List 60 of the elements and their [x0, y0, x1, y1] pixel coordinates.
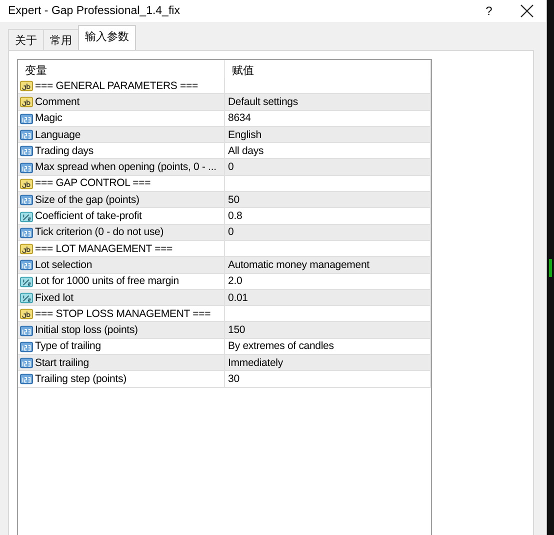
parameter-name: Start trailing — [35, 356, 89, 369]
parameter-value[interactable]: 8634 — [225, 112, 251, 124]
parameter-value[interactable]: Default settings — [225, 96, 298, 108]
parameter-value[interactable]: By extremes of candles — [225, 340, 334, 352]
text-type-icon — [20, 79, 33, 92]
parameter-name: === STOP LOSS MANAGEMENT === — [35, 308, 211, 320]
parameter-name: Max spread when opening (points, 0 - ... — [35, 161, 216, 174]
parameter-name: Lot selection — [35, 258, 92, 271]
parameter-name: === GAP CONTROL === — [35, 177, 151, 190]
parameter-name: Trailing step (points) — [35, 372, 126, 385]
integer-type-icon — [20, 356, 33, 370]
parameter-value[interactable]: 50 — [225, 194, 240, 206]
help-button[interactable]: ? — [474, 4, 504, 18]
integer-type-icon — [20, 193, 33, 206]
parameter-name: === GENERAL PARAMETERS === — [35, 80, 198, 92]
integer-type-icon — [20, 226, 33, 239]
parameter-name: Fixed lot — [35, 292, 74, 304]
column-header[interactable]: 变量 — [18, 60, 225, 78]
integer-type-icon — [20, 340, 33, 353]
parameter-name: Lot for 1000 units of free margin — [35, 275, 179, 288]
fraction-type-icon — [20, 291, 33, 304]
parameter-value[interactable]: 150 — [225, 324, 246, 336]
integer-type-icon — [20, 324, 33, 337]
parameter-value[interactable]: All days — [225, 144, 264, 157]
parameter-value[interactable]: 0.01 — [225, 292, 248, 304]
tab[interactable]: 关于 — [8, 29, 44, 50]
text-type-icon — [20, 307, 33, 320]
parameter-value[interactable]: English — [225, 128, 262, 141]
parameter-value[interactable]: Automatic money management — [225, 258, 370, 271]
window-title: Expert - Gap Professional_1.4_fix — [8, 5, 181, 17]
parameter-name: Size of the gap (points) — [35, 194, 140, 206]
integer-type-icon — [20, 372, 33, 386]
parameter-name: Trading days — [35, 144, 94, 157]
parameter-name: Language — [35, 128, 81, 141]
parameter-name: Comment — [35, 96, 80, 108]
fraction-type-icon — [20, 210, 33, 223]
parameter-name: Initial stop loss (points) — [35, 324, 138, 336]
parameter-value[interactable]: 0 — [225, 226, 234, 238]
text-type-icon — [20, 242, 33, 256]
parameter-value[interactable]: 2.0 — [225, 275, 242, 288]
parameter-value[interactable]: Immediately — [225, 356, 283, 369]
tab[interactable]: 输入参数 — [78, 25, 136, 50]
text-type-icon — [20, 176, 33, 190]
integer-type-icon — [20, 144, 33, 158]
parameter-name: Type of trailing — [35, 340, 101, 352]
parameter-name: Tick criterion (0 - do not use) — [35, 226, 164, 238]
integer-type-icon — [20, 112, 33, 125]
text-type-icon — [20, 95, 33, 108]
parameter-value[interactable]: 0 — [225, 161, 234, 174]
parameter-value[interactable]: 0.8 — [225, 210, 242, 222]
parameter-name: Magic — [35, 112, 62, 124]
integer-type-icon — [20, 160, 33, 174]
parameter-name: Coefficient of take-profit — [35, 210, 142, 222]
integer-type-icon — [20, 128, 33, 142]
close-icon[interactable] — [520, 4, 534, 18]
column-header[interactable]: 赋值 — [225, 60, 431, 78]
fraction-type-icon — [20, 274, 33, 288]
parameter-value[interactable]: 30 — [225, 372, 240, 385]
parameter-name: === LOT MANAGEMENT === — [35, 242, 173, 255]
integer-type-icon — [20, 258, 33, 272]
